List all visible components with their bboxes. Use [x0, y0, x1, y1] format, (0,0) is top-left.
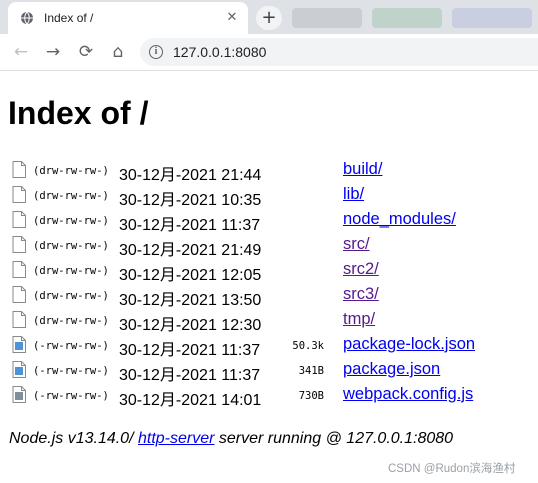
file-size: 50.3k — [292, 340, 324, 352]
table-row: (drw-rw-rw-) 30-12月-2021 10:35 lib/ — [12, 183, 512, 209]
reload-icon[interactable]: ⟳ — [74, 40, 98, 64]
file-link[interactable]: src/ — [343, 235, 370, 254]
modified-time: 30-12月-2021 13:50 — [119, 292, 262, 309]
file-link[interactable]: src3/ — [343, 285, 379, 304]
js-file-icon — [12, 386, 26, 403]
json-file-icon — [12, 336, 26, 353]
http-server-link[interactable]: http-server — [138, 430, 214, 447]
file-link[interactable]: package-lock.json — [343, 335, 475, 354]
modified-time: 30-12月-2021 14:01 — [119, 392, 262, 409]
info-icon[interactable]: i — [149, 45, 163, 59]
table-row: (drw-rw-rw-) 30-12月-2021 12:30 tmp/ — [12, 308, 512, 334]
permissions: (-rw-rw-rw-) — [33, 340, 109, 352]
file-link[interactable]: lib/ — [343, 185, 364, 204]
tab-title: Index of / — [44, 11, 94, 25]
folder-file-icon — [12, 236, 26, 253]
folder-file-icon — [12, 286, 26, 303]
folder-file-icon — [12, 186, 26, 203]
permissions: (drw-rw-rw-) — [33, 240, 109, 252]
file-size: 341B — [298, 365, 324, 377]
table-row: (drw-rw-rw-) 30-12月-2021 13:50 src3/ — [12, 283, 512, 309]
table-row: (drw-rw-rw-) 30-12月-2021 21:49 src/ — [12, 233, 512, 259]
modified-time: 30-12月-2021 11:37 — [119, 217, 261, 234]
permissions: (drw-rw-rw-) — [33, 190, 109, 202]
permissions: (drw-rw-rw-) — [33, 165, 109, 177]
file-link[interactable]: webpack.config.js — [343, 385, 473, 404]
folder-file-icon — [12, 311, 26, 328]
server-footer: Node.js v13.14.0/ http-server server run… — [9, 430, 453, 448]
background-tabs[interactable] — [290, 4, 538, 32]
table-row: (-rw-rw-rw-) 30-12月-2021 11:37 341B package… — [12, 358, 512, 384]
modified-time: 30-12月-2021 12:05 — [119, 267, 262, 284]
home-icon[interactable]: ⌂ — [106, 40, 130, 64]
modified-time: 30-12月-2021 12:30 — [119, 317, 262, 334]
permissions: (drw-rw-rw-) — [33, 215, 109, 227]
watermark: CSDN @Rudon滨海渔村 — [388, 463, 516, 475]
tab-active[interactable]: Index of / ✕ — [8, 2, 248, 34]
json-file-icon — [12, 361, 26, 378]
footer-prefix: Node.js v13.14.0/ — [9, 430, 138, 447]
forward-arrow-icon[interactable]: → — [41, 40, 65, 64]
address-bar[interactable]: i 127.0.0.1:8080 — [140, 38, 538, 66]
tab-strip: Index of / ✕ + — [0, 0, 538, 34]
table-row: (drw-rw-rw-) 30-12月-2021 21:44 build/ — [12, 158, 512, 184]
file-link[interactable]: package.json — [343, 360, 440, 379]
permissions: (drw-rw-rw-) — [33, 290, 109, 302]
folder-file-icon — [12, 261, 26, 278]
file-link[interactable]: node_modules/ — [343, 210, 456, 229]
back-arrow-icon[interactable]: ← — [9, 40, 33, 64]
globe-icon — [21, 11, 33, 25]
modified-time: 30-12月-2021 11:37 — [119, 367, 261, 384]
table-row: (drw-rw-rw-) 30-12月-2021 11:37 node_module… — [12, 208, 512, 234]
modified-time: 30-12月-2021 21:49 — [119, 242, 262, 259]
permissions: (drw-rw-rw-) — [33, 265, 109, 277]
footer-suffix: server running @ 127.0.0.1:8080 — [214, 430, 454, 447]
table-row: (drw-rw-rw-) 30-12月-2021 12:05 src2/ — [12, 258, 512, 284]
folder-file-icon — [12, 161, 26, 178]
table-row: (-rw-rw-rw-) 30-12月-2021 11:37 50.3k packag… — [12, 333, 512, 359]
file-link[interactable]: src2/ — [343, 260, 379, 279]
file-size: 730B — [298, 390, 324, 402]
permissions: (-rw-rw-rw-) — [33, 390, 109, 402]
new-tab-button[interactable]: + — [256, 6, 282, 30]
permissions: (drw-rw-rw-) — [33, 315, 109, 327]
permissions: (-rw-rw-rw-) — [33, 365, 109, 377]
page-title: Index of / — [8, 95, 149, 131]
folder-file-icon — [12, 211, 26, 228]
close-icon[interactable]: ✕ — [225, 11, 239, 25]
file-link[interactable]: build/ — [343, 160, 382, 179]
toolbar: ← → ⟳ ⌂ i 127.0.0.1:8080 — [0, 34, 538, 71]
url-text[interactable]: 127.0.0.1:8080 — [173, 44, 266, 60]
modified-time: 30-12月-2021 10:35 — [119, 192, 262, 209]
modified-time: 30-12月-2021 21:44 — [119, 167, 262, 184]
modified-time: 30-12月-2021 11:37 — [119, 342, 261, 359]
file-link[interactable]: tmp/ — [343, 310, 375, 329]
table-row: (-rw-rw-rw-) 30-12月-2021 14:01 730B webpack… — [12, 383, 512, 409]
